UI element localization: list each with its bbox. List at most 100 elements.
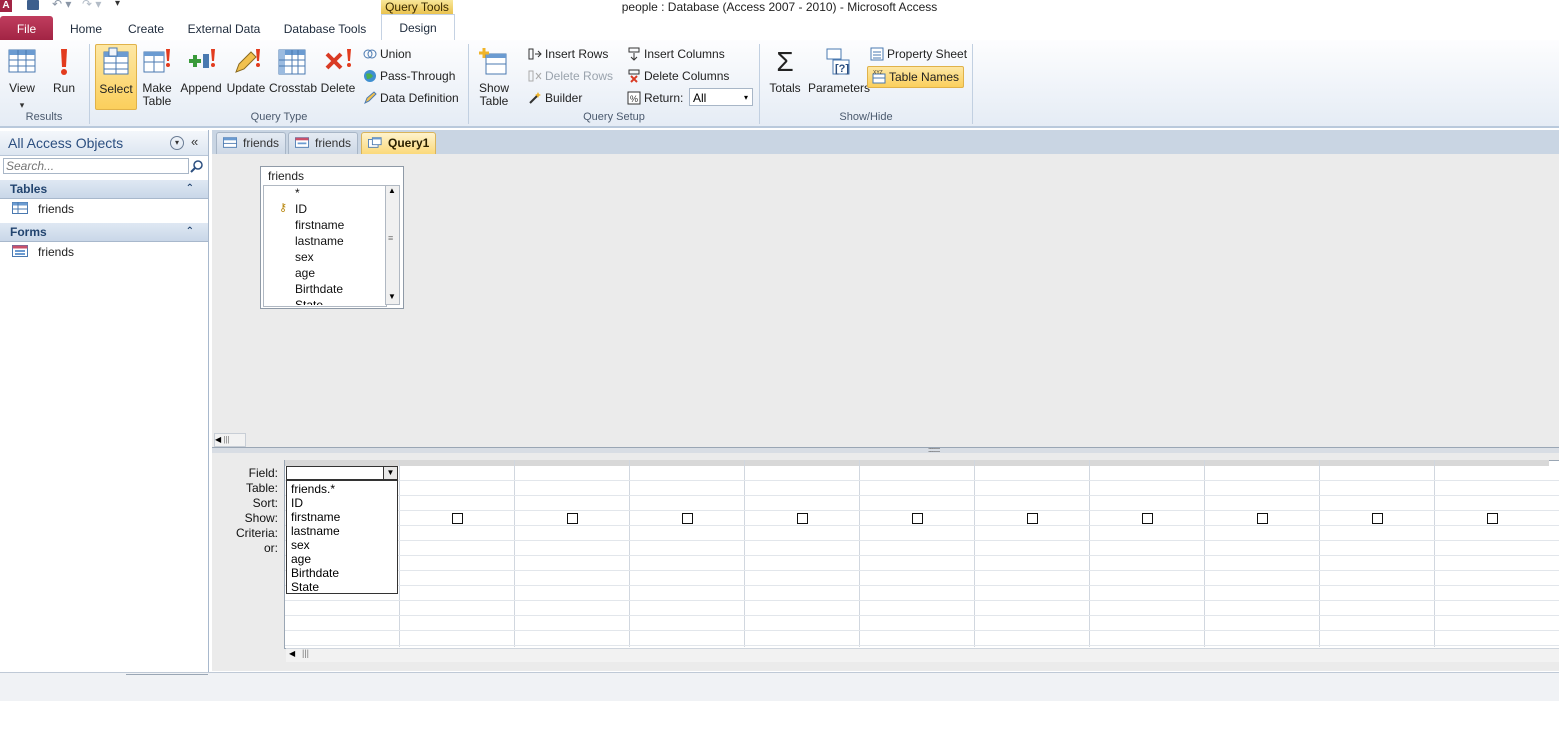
- field-combobox[interactable]: [286, 466, 398, 480]
- column-selector[interactable]: [745, 460, 859, 466]
- show-checkbox[interactable]: [1027, 513, 1038, 524]
- dropdown-option[interactable]: age: [291, 552, 311, 566]
- field-list-item[interactable]: State: [295, 298, 323, 305]
- property-sheet-button[interactable]: Property Sheet: [870, 44, 967, 64]
- scroll-up-icon[interactable]: ▲: [388, 186, 396, 195]
- dropdown-option[interactable]: State: [291, 580, 319, 594]
- column-selector[interactable]: [860, 460, 974, 466]
- show-checkbox[interactable]: [1257, 513, 1268, 524]
- nav-section-tables[interactable]: Tables ⌃: [0, 180, 208, 199]
- delete-query-button[interactable]: Delete: [319, 44, 357, 108]
- nav-item-friends-table[interactable]: friends: [12, 200, 74, 218]
- column-selector[interactable]: [400, 460, 514, 466]
- field-list-scrollbar[interactable]: [385, 185, 400, 305]
- insert-rows-button[interactable]: Insert Rows: [528, 44, 608, 64]
- upper-h-scrollbar[interactable]: ◀ |||: [214, 433, 246, 447]
- show-checkbox[interactable]: [567, 513, 578, 524]
- show-checkbox[interactable]: [1372, 513, 1383, 524]
- column-selector[interactable]: [1320, 460, 1434, 466]
- view-button[interactable]: View ▾: [3, 44, 41, 110]
- show-checkbox[interactable]: [1142, 513, 1153, 524]
- column-selector[interactable]: [1090, 460, 1204, 466]
- field-list-item[interactable]: firstname: [295, 218, 344, 232]
- union-button[interactable]: Union: [363, 44, 411, 64]
- select-query-button[interactable]: Select: [95, 44, 137, 110]
- table-names-button[interactable]: XYZ Table Names: [867, 66, 965, 88]
- tab-design[interactable]: Design: [381, 14, 455, 42]
- tab-create[interactable]: Create: [120, 16, 172, 40]
- make-table-button[interactable]: Make Table: [139, 44, 175, 108]
- delete-columns-button[interactable]: Delete Columns: [627, 66, 729, 86]
- nav-search-input[interactable]: [3, 158, 189, 174]
- append-button[interactable]: Append: [180, 44, 222, 108]
- show-checkbox[interactable]: [1487, 513, 1498, 524]
- scroll-thumb-icon[interactable]: ≡: [388, 233, 393, 243]
- insert-columns-button[interactable]: Insert Columns: [627, 44, 725, 64]
- show-checkbox[interactable]: [682, 513, 693, 524]
- scroll-thumb-icon[interactable]: |||: [302, 648, 309, 658]
- tab-external-data[interactable]: External Data: [182, 16, 266, 40]
- tab-home[interactable]: Home: [62, 16, 110, 40]
- collapse-icon[interactable]: ⌃: [186, 223, 194, 241]
- scroll-down-icon[interactable]: ▼: [388, 292, 396, 301]
- update-button[interactable]: Update: [225, 44, 267, 108]
- scroll-left-icon[interactable]: ◀: [289, 649, 295, 658]
- nav-section-forms[interactable]: Forms ⌃: [0, 223, 208, 242]
- dropdown-option[interactable]: ID: [291, 496, 303, 510]
- show-table-icon: [479, 48, 507, 75]
- column-selector[interactable]: [630, 460, 744, 466]
- show-checkbox[interactable]: [797, 513, 808, 524]
- field-list-item[interactable]: lastname: [295, 234, 344, 248]
- doc-tab-friends-form[interactable]: friends: [288, 132, 359, 154]
- doc-tab-friends-table[interactable]: friends: [216, 132, 287, 154]
- field-list-item[interactable]: Birthdate: [295, 282, 343, 296]
- show-table-button[interactable]: Show Table: [474, 44, 514, 108]
- table-names-label: Table Names: [889, 70, 960, 84]
- builder-button[interactable]: Builder: [528, 88, 582, 108]
- pass-through-button[interactable]: Pass-Through: [363, 66, 455, 86]
- shutter-bar-close-icon[interactable]: «: [191, 134, 198, 149]
- dropdown-option[interactable]: friends.*: [291, 482, 335, 496]
- data-definition-button[interactable]: Data Definition: [363, 88, 459, 108]
- dropdown-option[interactable]: sex: [291, 538, 310, 552]
- crosstab-button[interactable]: Crosstab: [269, 44, 317, 108]
- column-selector[interactable]: [515, 460, 629, 466]
- scroll-thumb-icon[interactable]: |||: [223, 435, 229, 444]
- return-icon: %: [627, 91, 641, 105]
- scroll-left-icon[interactable]: ◀: [215, 435, 221, 444]
- field-list-item[interactable]: *: [295, 186, 300, 200]
- show-checkbox[interactable]: [452, 513, 463, 524]
- chevron-down-icon: ▾: [743, 93, 748, 102]
- run-button[interactable]: Run: [48, 44, 80, 108]
- field-list-title[interactable]: friends: [268, 169, 304, 183]
- column-selector[interactable]: [1205, 460, 1319, 466]
- return-combobox[interactable]: All ▾: [689, 88, 753, 106]
- group-separator: [972, 44, 973, 124]
- totals-button[interactable]: Σ Totals: [766, 44, 804, 108]
- chevron-down-icon[interactable]: ▼: [383, 466, 398, 480]
- row-divider: [285, 555, 1559, 556]
- column-selector[interactable]: [1435, 460, 1549, 466]
- field-list-item[interactable]: sex: [295, 250, 314, 264]
- row-divider: [285, 540, 1559, 541]
- nav-title[interactable]: All Access Objects: [8, 135, 123, 151]
- query-type-group-label: Query Type: [250, 111, 308, 123]
- dropdown-option[interactable]: lastname: [291, 524, 340, 538]
- show-checkbox[interactable]: [912, 513, 923, 524]
- collapse-icon[interactable]: ⌃: [186, 180, 194, 198]
- delete-rows-button[interactable]: Delete Rows: [528, 66, 613, 86]
- parameters-button[interactable]: [?] Parameters: [808, 44, 870, 108]
- nav-item-friends-form[interactable]: friends: [12, 243, 74, 261]
- tab-database-tools[interactable]: Database Tools: [278, 16, 372, 40]
- dropdown-option[interactable]: Birthdate: [291, 566, 339, 580]
- field-list-item[interactable]: age: [295, 266, 315, 280]
- tab-file[interactable]: File: [0, 16, 53, 40]
- dropdown-option[interactable]: firstname: [291, 510, 340, 524]
- search-icon[interactable]: [190, 159, 204, 173]
- svg-text:%: %: [630, 94, 638, 104]
- column-selector[interactable]: [975, 460, 1089, 466]
- nav-menu-chevron-icon[interactable]: ▾: [170, 136, 184, 150]
- doc-tab-query1[interactable]: Query1: [361, 132, 437, 154]
- field-list-item[interactable]: ID: [295, 202, 307, 216]
- grid-h-scrollbar[interactable]: ◀ |||: [286, 648, 1559, 662]
